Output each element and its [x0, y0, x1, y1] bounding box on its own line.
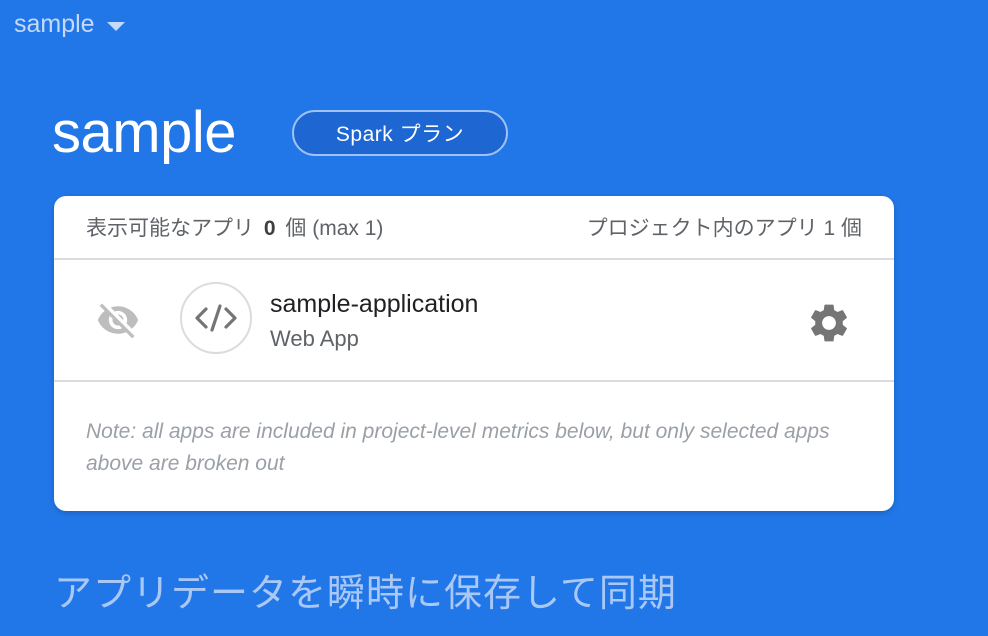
visible-apps-suffix: 個 (max 1): [285, 217, 384, 240]
code-icon: [195, 304, 237, 332]
project-title: sample: [52, 100, 236, 165]
app-platform: Web App: [270, 326, 359, 351]
app-row: sample-application Web App: [54, 260, 894, 382]
app-icon: [180, 282, 252, 354]
gear-icon[interactable]: [806, 300, 852, 346]
visible-apps-count: 表示可能なアプリ 0 個 (max 1): [86, 212, 383, 242]
metrics-note: Note: all apps are included in project-l…: [86, 420, 830, 475]
project-switcher[interactable]: sample: [14, 10, 125, 39]
visible-apps-prefix: 表示可能なアプリ: [86, 217, 254, 240]
apps-card-header: 表示可能なアプリ 0 個 (max 1) プロジェクト内のアプリ 1 個: [54, 196, 894, 260]
apps-card: 表示可能なアプリ 0 個 (max 1) プロジェクト内のアプリ 1 個 sam…: [54, 196, 894, 511]
plan-badge[interactable]: Spark プラン: [292, 110, 508, 156]
project-switcher-label: sample: [14, 10, 95, 38]
visibility-off-icon[interactable]: [94, 298, 142, 342]
visible-apps-number: 0: [263, 217, 276, 240]
total-apps-count: プロジェクト内のアプリ 1 個: [586, 217, 862, 240]
chevron-down-icon: [106, 21, 125, 31]
section-heading: アプリデータを瞬時に保存して同期: [54, 573, 677, 615]
app-name[interactable]: sample-application: [270, 290, 478, 319]
